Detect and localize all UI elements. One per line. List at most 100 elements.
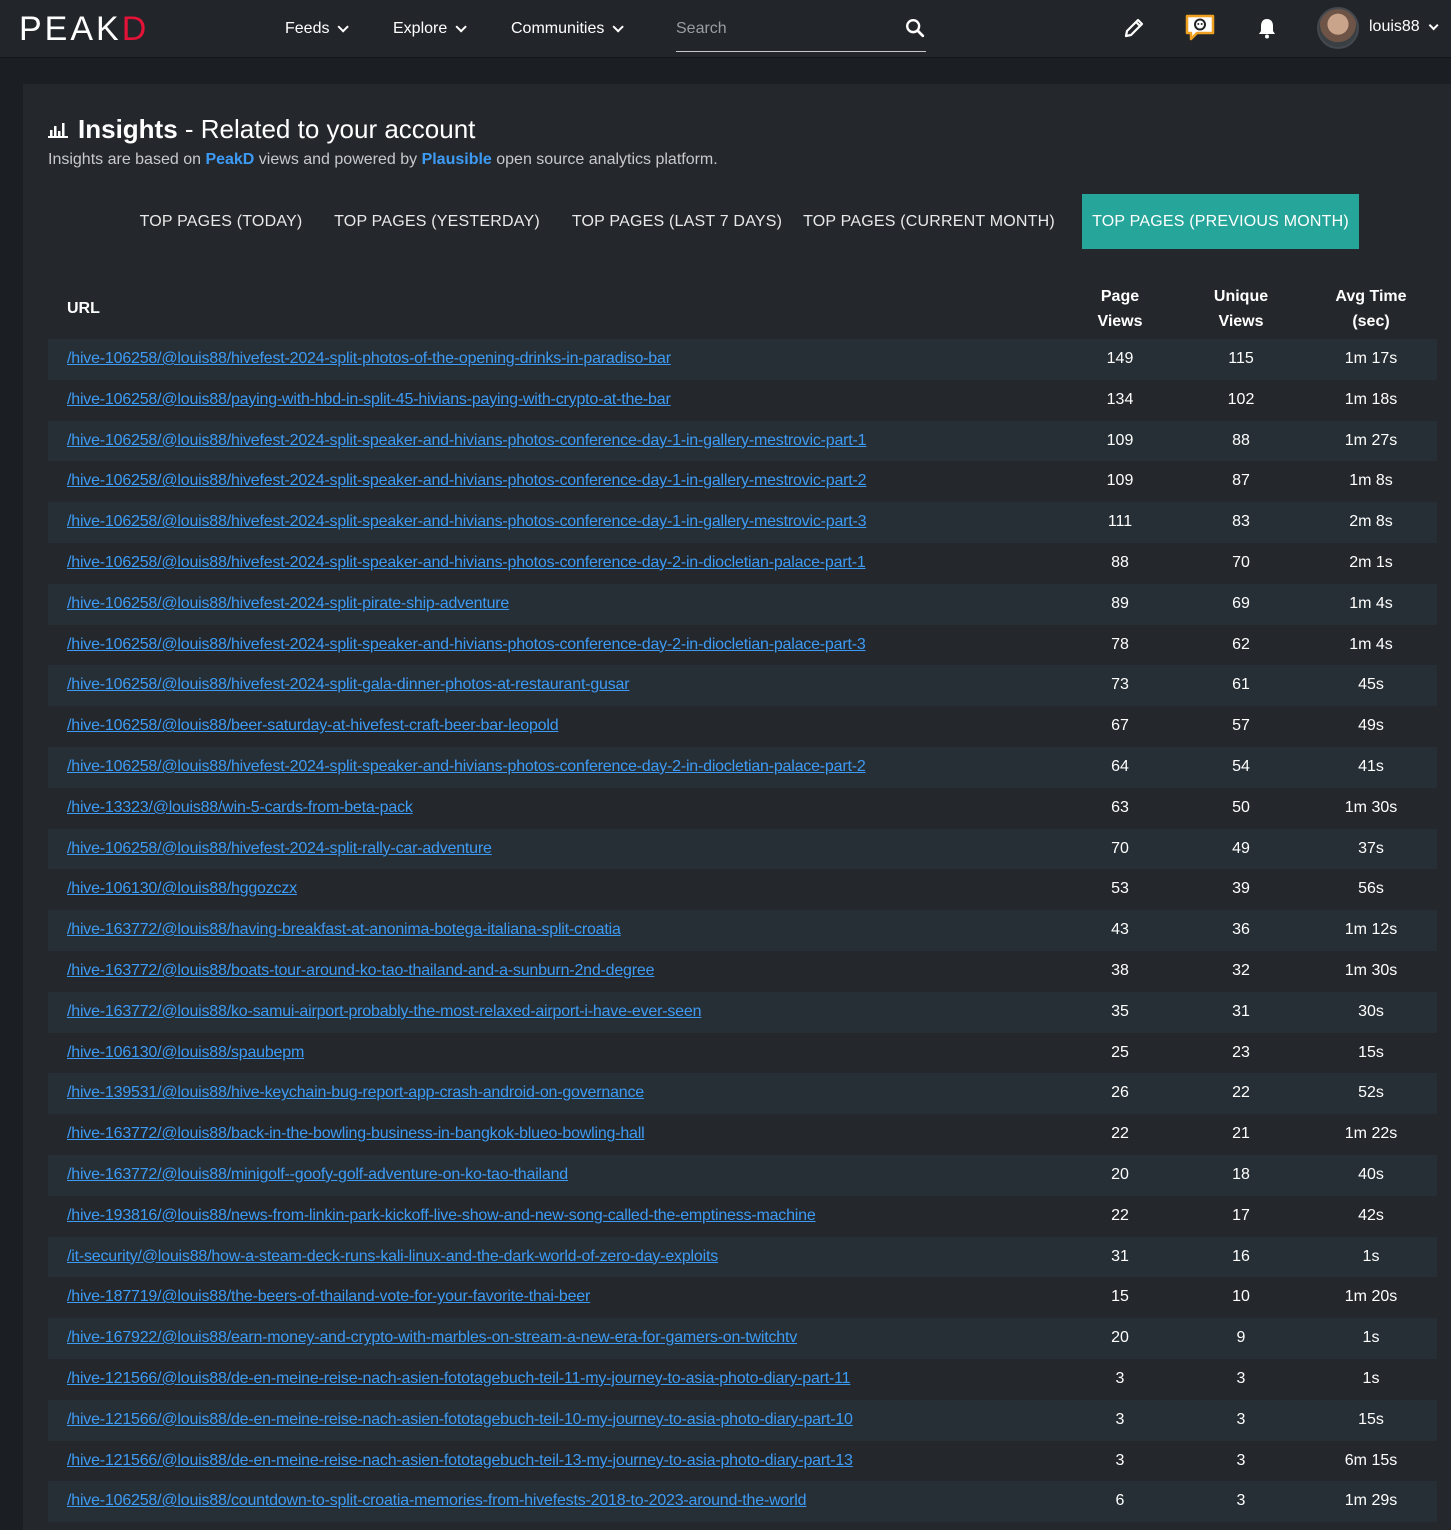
chevron-down-icon (455, 21, 468, 33)
nav-feeds-label: Feeds (285, 20, 330, 37)
plausible-link[interactable]: Plausible (422, 151, 492, 168)
table-row[interactable]: /hive-139531/@louis88/hive-keychain-bug-… (48, 1073, 1437, 1115)
row-unique-views: 87 (1232, 472, 1250, 490)
row-url-link[interactable]: /hive-139531/@louis88/hive-keychain-bug-… (67, 1073, 644, 1114)
table-row[interactable]: /hive-106258/@louis88/hivefest-2024-spli… (48, 828, 1437, 870)
nav-explore[interactable]: Explore (393, 17, 468, 41)
row-url-link[interactable]: /hive-167922/@louis88/earn-money-and-cry… (67, 1318, 797, 1359)
row-url-link[interactable]: /hive-106258/@louis88/hivefest-2024-spli… (67, 339, 671, 380)
row-url-link[interactable]: /hive-163772/@louis88/ko-samui-airport-p… (67, 992, 701, 1033)
tab-previous-month[interactable]: TOP PAGES (PREVIOUS MONTH) (1082, 194, 1359, 249)
table-row[interactable]: /hive-106258/@louis88/hivefest-2024-spli… (48, 339, 1437, 380)
row-unique-views: 18 (1232, 1165, 1250, 1183)
table-row[interactable]: /hive-106258/@louis88/hivefest-2024-spli… (48, 461, 1437, 503)
row-url-link[interactable]: /hive-106258/@louis88/hivefest-2024-spli… (67, 829, 492, 870)
nav-feeds[interactable]: Feeds (285, 17, 350, 41)
table-row[interactable]: /hive-106258/@louis88/hivefest-2024-spli… (48, 542, 1437, 584)
row-url-link[interactable]: /hive-13323/@louis88/win-5-cards-from-be… (67, 788, 413, 829)
bell-icon[interactable] (1255, 16, 1279, 40)
row-page-views: 31 (1111, 1247, 1129, 1265)
tab-today[interactable]: TOP PAGES (TODAY) (126, 194, 316, 249)
pencil-icon[interactable] (1122, 16, 1146, 40)
row-url-link[interactable]: /hive-121566/@louis88/de-en-meine-reise-… (67, 1441, 853, 1482)
table-row[interactable]: /hive-106258/@louis88/hivefest-2024-spli… (48, 583, 1437, 625)
row-url-link[interactable]: /hive-163772/@louis88/minigolf--goofy-go… (67, 1155, 568, 1196)
row-url-link[interactable]: /hive-106258/@louis88/beer-saturday-at-h… (67, 706, 559, 747)
tab-last-7-days[interactable]: TOP PAGES (LAST 7 DAYS) (560, 194, 794, 249)
search-icon[interactable] (904, 17, 926, 39)
table-row[interactable]: /hive-106258/@louis88/paying-with-hbd-in… (48, 379, 1437, 421)
row-avg-time: 1m 29s (1344, 1492, 1398, 1510)
row-url-link[interactable]: /hive-106258/@louis88/hivefest-2024-spli… (67, 747, 866, 788)
peakd-link[interactable]: PeakD (205, 151, 254, 168)
row-page-views: 89 (1111, 594, 1129, 612)
header-url: URL (67, 300, 100, 317)
nav-communities[interactable]: Communities (511, 17, 625, 41)
row-url-link[interactable]: /hive-121566/@louis88/de-en-meine-reise-… (67, 1359, 851, 1400)
row-url-link[interactable]: /hive-106258/@louis88/countdown-to-split… (67, 1481, 807, 1522)
row-url-link[interactable]: /hive-106258/@louis88/hivefest-2024-spli… (67, 543, 866, 584)
table-row[interactable]: /hive-167922/@louis88/earn-money-and-cry… (48, 1318, 1437, 1359)
search-input[interactable] (676, 16, 896, 42)
table-row[interactable]: /hive-13323/@louis88/win-5-cards-from-be… (48, 787, 1437, 829)
row-url-link[interactable]: /hive-193816/@louis88/news-from-linkin-p… (67, 1196, 816, 1237)
table-row[interactable]: /hive-187719/@louis88/the-beers-of-thail… (48, 1277, 1437, 1319)
row-avg-time: 1m 30s (1344, 798, 1398, 816)
table-row[interactable]: /hive-106258/@louis88/hivefest-2024-spli… (48, 420, 1437, 462)
row-url-link[interactable]: /hive-106258/@louis88/hivefest-2024-spli… (67, 461, 867, 502)
row-unique-views: 115 (1228, 350, 1254, 367)
table-row[interactable]: /hive-163772/@louis88/ko-samui-airport-p… (48, 991, 1437, 1033)
table-row[interactable]: /hive-106258/@louis88/beer-saturday-at-h… (48, 706, 1437, 747)
table-row[interactable]: /hive-106258/@louis88/countdown-to-split… (48, 1481, 1437, 1523)
row-unique-views: 31 (1232, 1002, 1250, 1020)
row-url-link[interactable]: /it-security/@louis88/how-a-steam-deck-r… (67, 1237, 718, 1278)
row-url-link[interactable]: /hive-163772/@louis88/having-breakfast-a… (67, 910, 621, 951)
row-url-link[interactable]: /hive-106258/@louis88/hivefest-2024-spli… (67, 665, 630, 706)
table-row[interactable]: /hive-121566/@louis88/de-en-meine-reise-… (48, 1358, 1437, 1400)
row-url-link[interactable]: /hive-106258/@louis88/hivefest-2024-spli… (67, 625, 866, 666)
peakd-logo[interactable]: PEAKD (19, 9, 149, 49)
row-url-link[interactable]: /hive-106258/@louis88/hivefest-2024-spli… (67, 502, 867, 543)
row-page-views: 3 (1115, 1369, 1125, 1387)
tab-current-month[interactable]: TOP PAGES (CURRENT MONTH) (802, 194, 1056, 249)
row-url-link[interactable]: /hive-106258/@louis88/paying-with-hbd-in… (67, 380, 671, 421)
table-row[interactable]: /hive-163772/@louis88/back-in-the-bowlin… (48, 1114, 1437, 1155)
row-url-link[interactable]: /hive-121566/@louis88/de-en-meine-reise-… (67, 1400, 853, 1441)
row-url-link[interactable]: /hive-187719/@louis88/the-beers-of-thail… (67, 1277, 590, 1318)
avatar[interactable] (1317, 7, 1359, 49)
row-url-link[interactable]: /hive-163772/@louis88/boats-tour-around-… (67, 951, 654, 992)
logo-accent: D (121, 10, 150, 48)
user-menu[interactable]: louis88 (1369, 15, 1439, 39)
table-row[interactable]: /hive-106130/@louis88/spaubepm 25 23 15s (48, 1032, 1437, 1074)
row-avg-time: 56s (1358, 880, 1384, 898)
table-row[interactable]: /hive-106258/@louis88/hivefest-2024-spli… (48, 665, 1437, 707)
table-row[interactable]: /hive-163772/@louis88/having-breakfast-a… (48, 910, 1437, 951)
row-url-link[interactable]: /hive-106130/@louis88/spaubepm (67, 1033, 304, 1074)
row-url-link[interactable]: /hive-163772/@louis88/back-in-the-bowlin… (67, 1114, 645, 1155)
row-url-link[interactable]: /hive-106258/@louis88/hivefest-2024-spli… (67, 421, 867, 462)
row-page-views: 22 (1111, 1206, 1129, 1224)
table-row[interactable]: /hive-106258/@louis88/hivefest-2024-spli… (48, 624, 1437, 666)
top-navbar: PEAKD Feeds Explore Communities louis88 (0, 0, 1451, 58)
row-unique-views: 3 (1236, 1369, 1246, 1387)
table-row[interactable]: /hive-163772/@louis88/minigolf--goofy-go… (48, 1154, 1437, 1196)
row-url-link[interactable]: /hive-106258/@louis88/hivefest-2024-spli… (67, 584, 509, 625)
tab-yesterday[interactable]: TOP PAGES (YESTERDAY) (324, 194, 550, 249)
chat-icon[interactable] (1184, 12, 1216, 44)
table-row[interactable]: /hive-106258/@louis88/hivefest-2024-spli… (48, 502, 1437, 543)
table-row[interactable]: /hive-163772/@louis88/boats-tour-around-… (48, 950, 1437, 992)
row-unique-views: 39 (1232, 880, 1250, 898)
table-row[interactable]: /hive-106130/@louis88/hggozczx 53 39 56s (48, 869, 1437, 911)
table-row[interactable]: /hive-121566/@louis88/de-en-meine-reise-… (48, 1440, 1437, 1482)
table-row[interactable]: /hive-121566/@louis88/de-en-meine-reise-… (48, 1399, 1437, 1441)
table-row[interactable]: /it-security/@louis88/how-a-steam-deck-r… (48, 1236, 1437, 1278)
row-unique-views: 3 (1236, 1451, 1246, 1469)
insights-card: Insights - Related to your account Insig… (23, 84, 1451, 1530)
row-unique-views: 57 (1232, 717, 1250, 735)
table-row[interactable]: /hive-193816/@louis88/news-from-linkin-p… (48, 1195, 1437, 1237)
row-unique-views: 62 (1232, 635, 1250, 653)
row-page-views: 25 (1111, 1043, 1129, 1061)
row-url-link[interactable]: /hive-106130/@louis88/hggozczx (67, 869, 297, 910)
table-row[interactable]: /hive-106258/@louis88/hivefest-2024-spli… (48, 746, 1437, 788)
subtitle-post: open source analytics platform. (491, 151, 718, 168)
